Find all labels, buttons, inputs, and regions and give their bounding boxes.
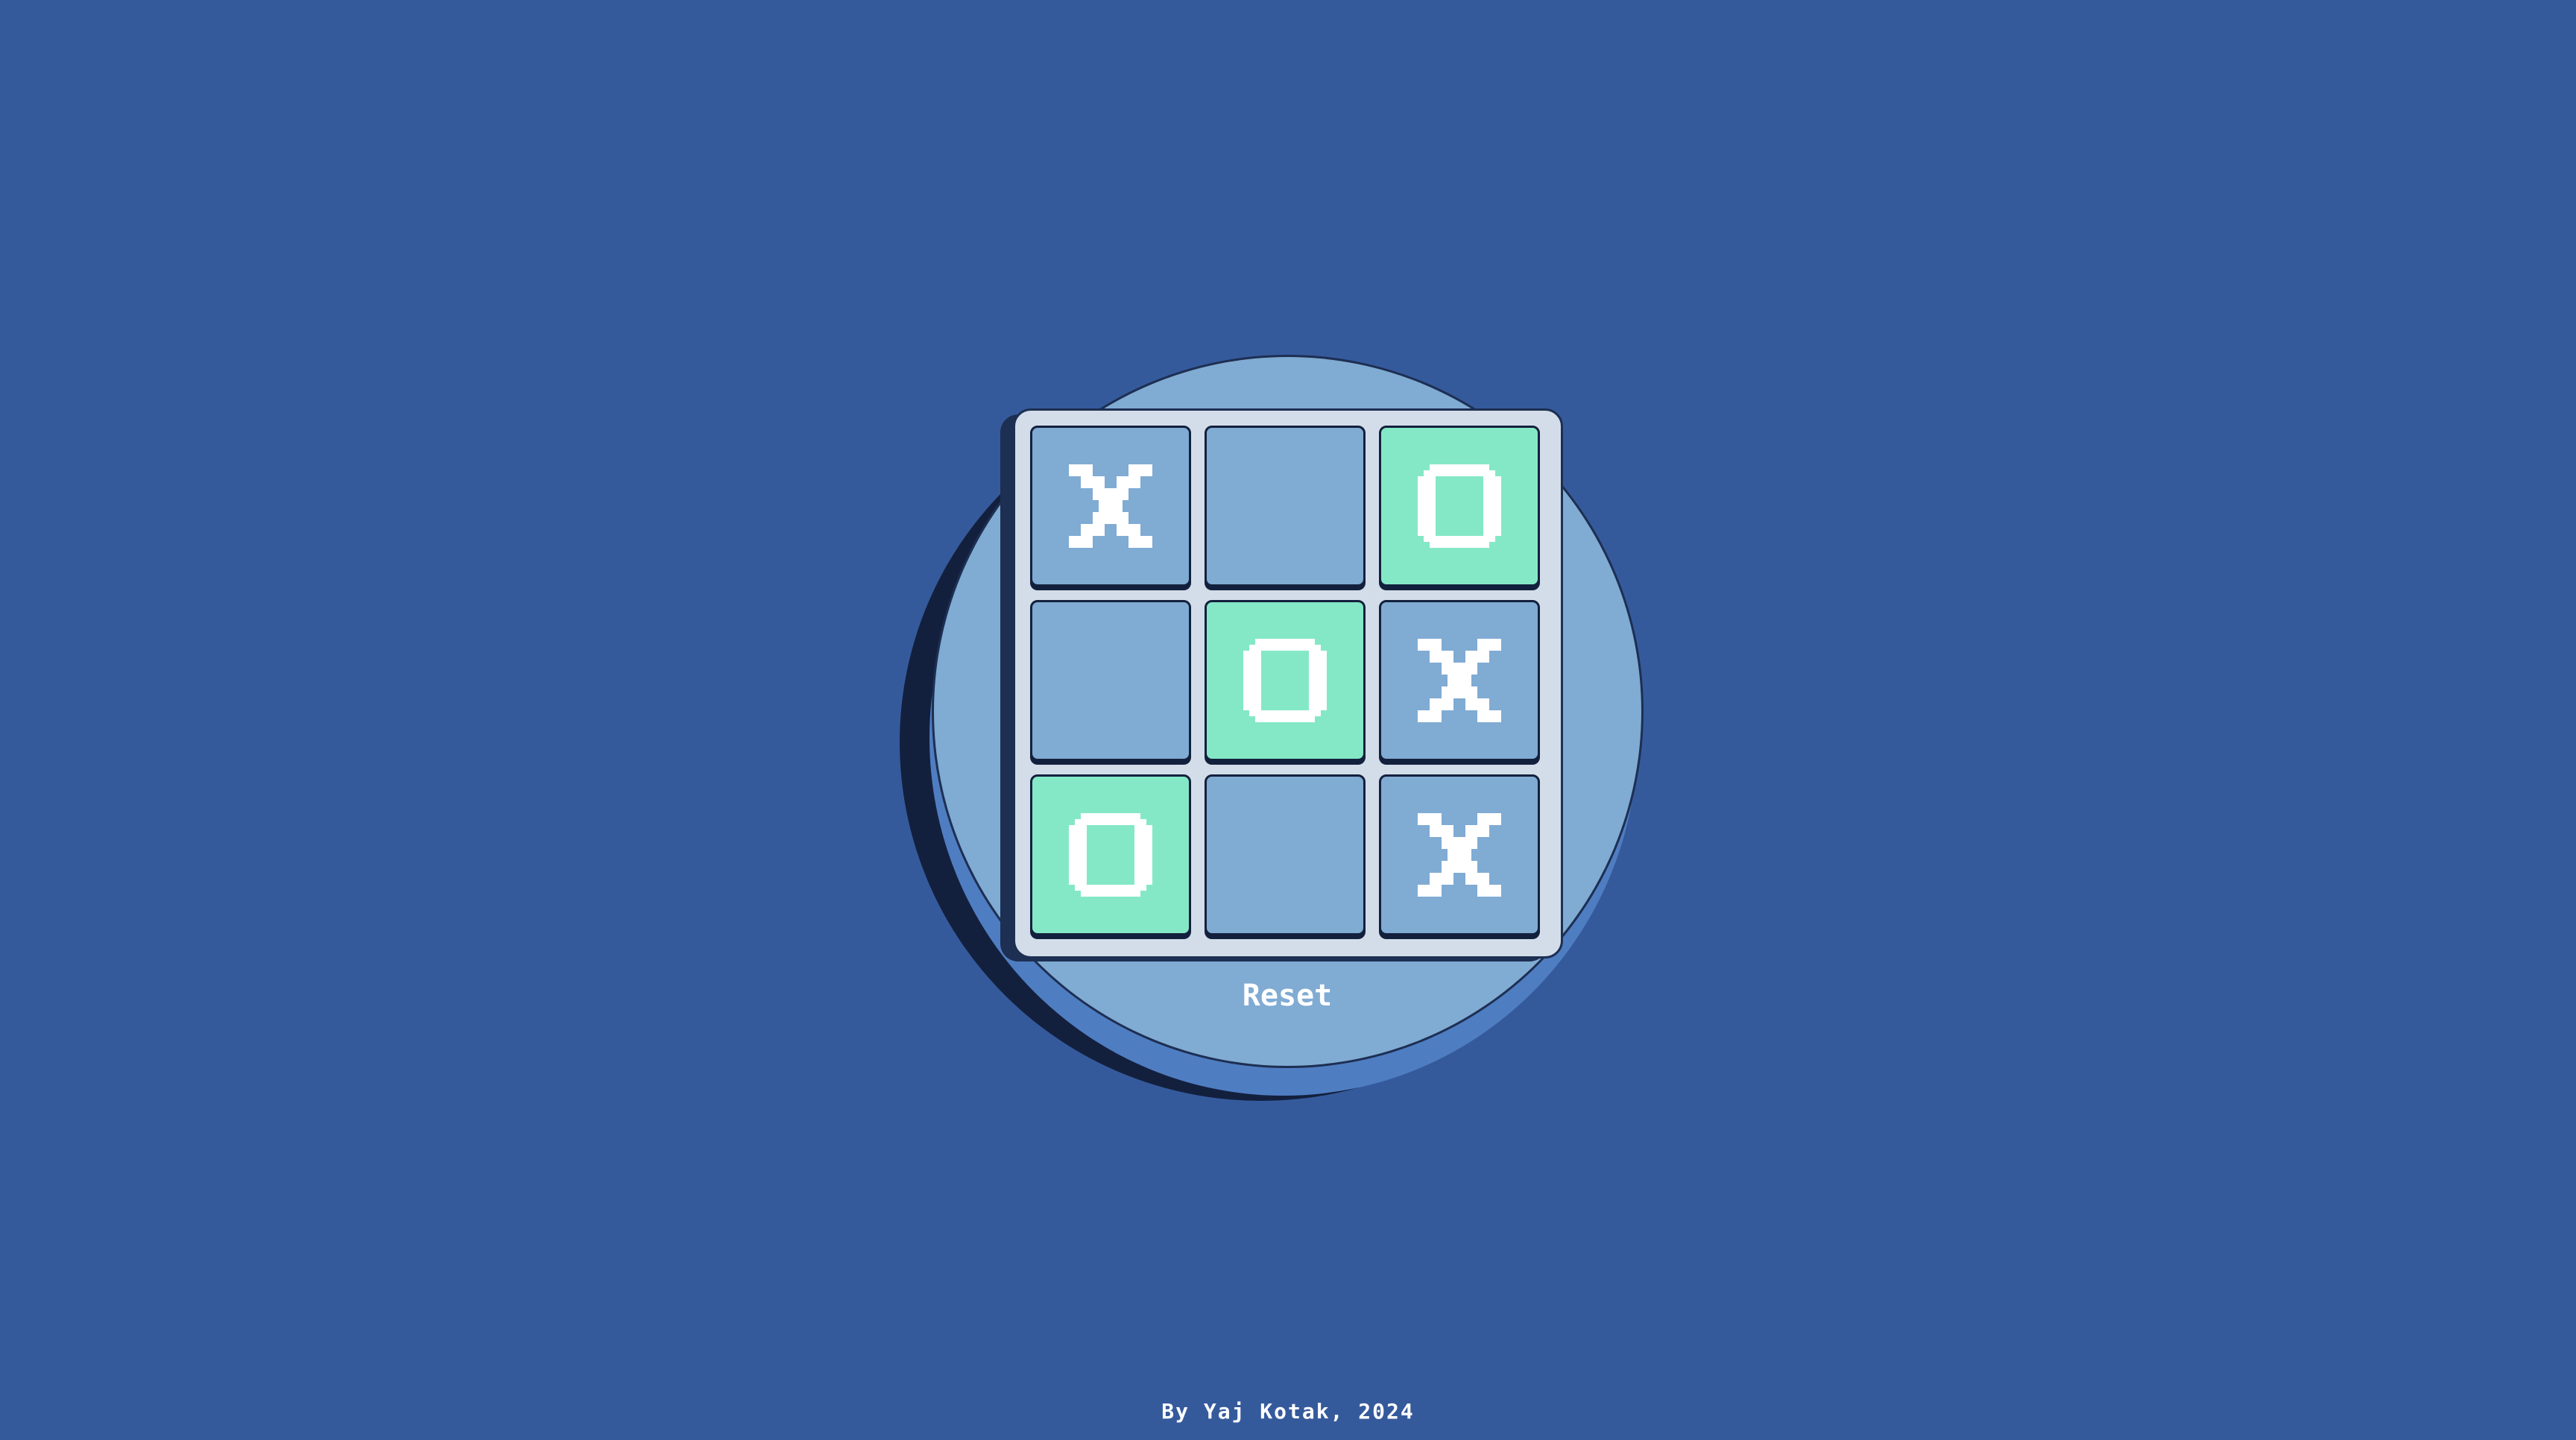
pixel-o-icon	[1243, 639, 1327, 722]
game-stage: Reset By Yaj Kotak, 2024	[0, 0, 2576, 1440]
game-board	[1013, 408, 1563, 959]
pixel-x-icon	[1418, 639, 1501, 722]
board-cell-2-2[interactable]	[1205, 600, 1366, 761]
pixel-x-icon	[1069, 464, 1152, 548]
reset-button[interactable]: Reset	[1213, 976, 1362, 1015]
board-cell-1-1[interactable]	[1030, 426, 1191, 587]
board-cell-3-2[interactable]	[1205, 774, 1366, 935]
pixel-o-icon	[1069, 813, 1152, 897]
board-cell-1-3[interactable]	[1379, 426, 1540, 587]
pixel-o-icon	[1418, 464, 1501, 548]
credit-text: By Yaj Kotak, 2024	[1161, 1399, 1415, 1424]
board-cell-3-1[interactable]	[1030, 774, 1191, 935]
board-cell-3-3[interactable]	[1379, 774, 1540, 935]
board-cell-2-3[interactable]	[1379, 600, 1540, 761]
board-cell-2-1[interactable]	[1030, 600, 1191, 761]
board-cell-1-2[interactable]	[1205, 426, 1366, 587]
pixel-x-icon	[1418, 813, 1501, 897]
